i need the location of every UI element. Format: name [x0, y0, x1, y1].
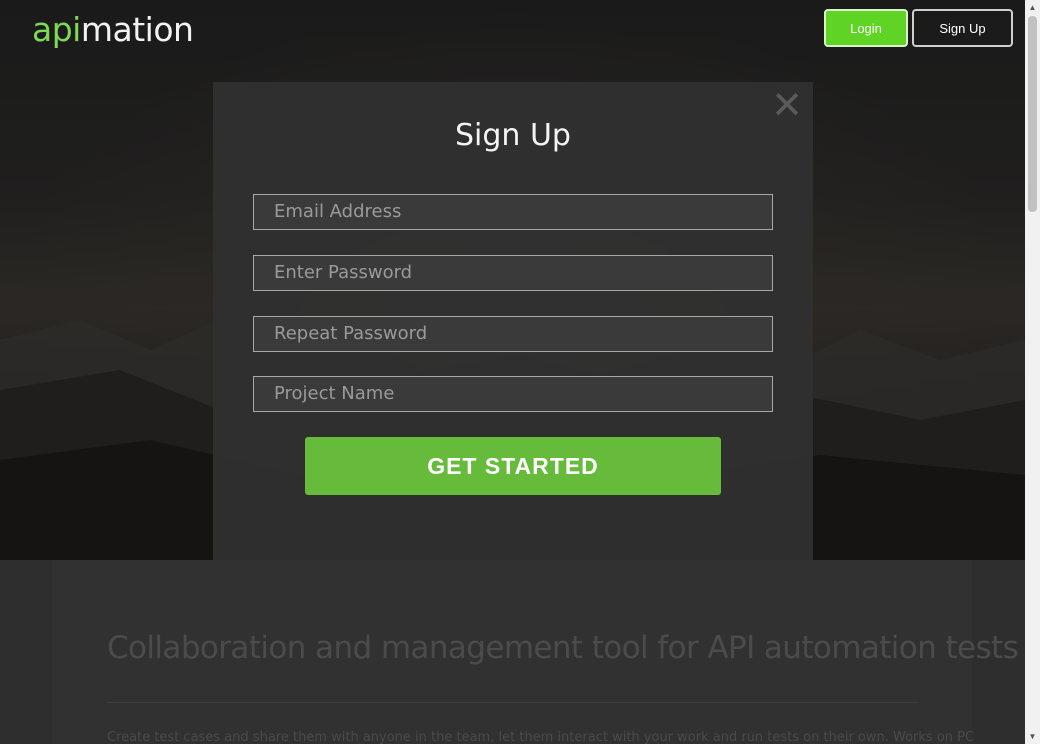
page-headline: Collaboration and management tool for AP… [107, 630, 1019, 666]
page-description: Create test cases and share them with an… [107, 730, 975, 744]
logo[interactable]: apimation [32, 10, 194, 49]
repeat-password-field[interactable]: Repeat Password [253, 316, 773, 352]
divider [107, 702, 919, 703]
logo-text: mation [80, 10, 194, 49]
project-name-field[interactable]: Project Name [253, 376, 773, 412]
password-field[interactable]: Enter Password [253, 255, 773, 291]
logo-text-accent: api [32, 10, 81, 49]
modal-title: Sign Up [455, 118, 571, 153]
scroll-down-icon[interactable]: ▼ [1025, 729, 1040, 744]
get-started-button[interactable]: GET STARTED [305, 437, 721, 495]
login-button[interactable]: Login [824, 9, 908, 47]
email-field[interactable]: Email Address [253, 194, 773, 230]
page: apimation Login Sign Up ✕ Sign Up Email … [0, 0, 1025, 744]
scroll-up-icon[interactable]: ▲ [1025, 0, 1040, 15]
vertical-scrollbar[interactable]: ▲ ▼ [1025, 0, 1040, 744]
scroll-thumb[interactable] [1028, 16, 1037, 212]
signup-button[interactable]: Sign Up [912, 9, 1013, 47]
signup-modal: ✕ Sign Up Email Address Enter Password R… [213, 82, 813, 567]
